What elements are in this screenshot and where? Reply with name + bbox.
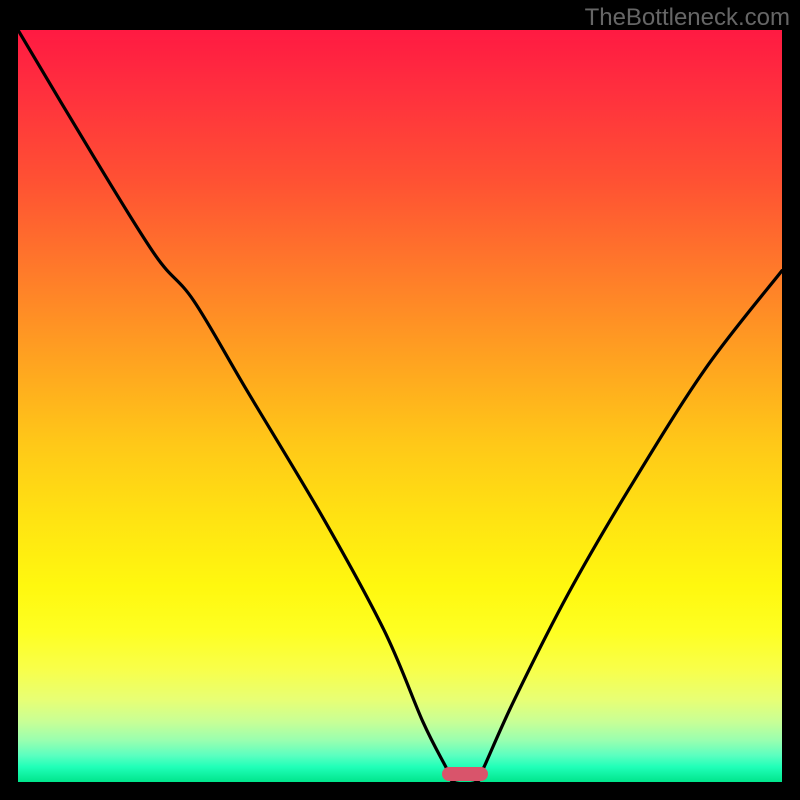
watermark-text: TheBottleneck.com	[585, 4, 790, 32]
bottleneck-curve	[18, 30, 782, 782]
chart-container: TheBottleneck.com	[0, 0, 800, 800]
optimal-range-marker	[442, 767, 488, 781]
plot-area	[18, 30, 782, 782]
